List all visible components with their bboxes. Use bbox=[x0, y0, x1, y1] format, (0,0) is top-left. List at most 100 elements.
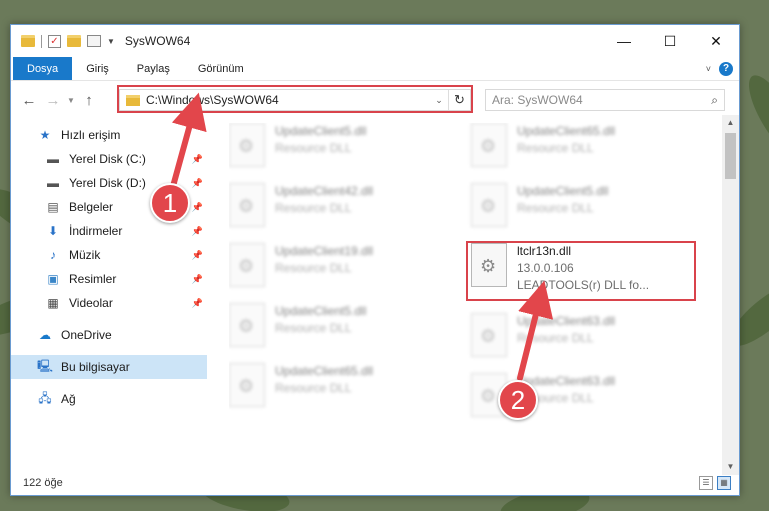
file-name: UpdateClient63.dll bbox=[517, 314, 616, 328]
network-icon: 🖧 bbox=[38, 390, 52, 405]
tab-share[interactable]: Paylaş bbox=[123, 57, 184, 80]
videos-icon: ▦ bbox=[47, 296, 59, 310]
sidebar-item-label: Bu bilgisayar bbox=[61, 360, 130, 374]
pictures-icon: ▣ bbox=[47, 272, 59, 286]
star-icon: ★ bbox=[39, 128, 51, 142]
pin-icon[interactable]: 📌 bbox=[192, 274, 203, 285]
file-description: Resource DLL bbox=[517, 141, 594, 155]
navigation-pane: ★ Hızlı erişim ▬ Yerel Disk (C:) 📌 ▬ Yer… bbox=[11, 123, 207, 473]
step-2-badge: 2 bbox=[498, 380, 538, 420]
pin-icon[interactable]: 📌 bbox=[192, 154, 203, 165]
sidebar-item-label: Belgeler bbox=[69, 200, 114, 214]
file-description: Resource DLL bbox=[517, 331, 594, 345]
file-description: Resource DLL bbox=[275, 261, 352, 275]
explorer-window: ✓ ▼ SysWOW64 — ☐ ✕ Dosya Giriş Paylaş Gö… bbox=[10, 24, 740, 496]
scroll-up-icon[interactable]: ▲ bbox=[722, 115, 739, 131]
sidebar-item-onedrive[interactable]: ☁ OneDrive bbox=[11, 323, 207, 347]
file-description: Resource DLL bbox=[275, 141, 352, 155]
pin-icon[interactable]: 📌 bbox=[192, 178, 203, 189]
minimize-button[interactable]: — bbox=[601, 25, 647, 57]
downloads-icon: ⬇ bbox=[47, 224, 59, 238]
back-button[interactable]: ← bbox=[17, 92, 41, 109]
sidebar-item-label: Hızlı erişim bbox=[61, 128, 121, 142]
file-tile[interactable]: UpdateClient42.dll Resource DLL bbox=[229, 183, 459, 235]
new-folder-icon[interactable] bbox=[67, 35, 81, 47]
quick-access-toolbar: ✓ ▼ bbox=[11, 34, 115, 48]
pin-icon[interactable]: 📌 bbox=[192, 298, 203, 309]
file-tile[interactable]: UpdateClient5.dll Resource DLL bbox=[229, 303, 459, 355]
vertical-scrollbar[interactable]: ▲ ▼ bbox=[722, 115, 739, 475]
computer-icon: 🖳 bbox=[37, 358, 54, 373]
file-description: Resource DLL bbox=[275, 201, 352, 215]
tab-home[interactable]: Giriş bbox=[72, 57, 123, 80]
up-button[interactable]: ↑ bbox=[77, 92, 101, 109]
sidebar-item-label: Videolar bbox=[69, 296, 113, 310]
item-count: 122 öğe bbox=[23, 477, 63, 489]
pin-icon[interactable]: 📌 bbox=[192, 250, 203, 261]
folder-icon bbox=[21, 35, 35, 47]
sidebar-item-label: Ağ bbox=[61, 392, 76, 406]
sidebar-item-label: OneDrive bbox=[61, 328, 112, 342]
file-name: UpdateClient5.dll bbox=[275, 124, 367, 138]
file-tile[interactable]: UpdateClient5.dll Resource DLL bbox=[229, 123, 459, 175]
pin-icon[interactable]: 📌 bbox=[192, 226, 203, 237]
address-highlight-box bbox=[117, 85, 473, 113]
dll-file-icon bbox=[229, 303, 265, 347]
search-input[interactable] bbox=[492, 93, 712, 107]
pin-icon[interactable]: 📌 bbox=[192, 202, 203, 213]
sidebar-item-network[interactable]: 🖧 Ağ bbox=[11, 387, 207, 411]
view-icon[interactable] bbox=[87, 35, 101, 47]
dll-file-icon bbox=[229, 123, 265, 167]
recent-locations-icon[interactable]: ▼ bbox=[65, 96, 77, 105]
sidebar-item-label: Yerel Disk (C:) bbox=[69, 152, 146, 166]
dll-file-icon bbox=[471, 313, 507, 357]
sidebar-item-label: İndirmeler bbox=[69, 224, 123, 238]
scroll-thumb[interactable] bbox=[725, 133, 736, 179]
documents-icon: ▤ bbox=[47, 200, 59, 214]
sidebar-item-videos[interactable]: ▦ Videolar 📌 bbox=[11, 291, 207, 315]
sidebar-item-pictures[interactable]: ▣ Resimler 📌 bbox=[11, 267, 207, 291]
sidebar-item-label: Yerel Disk (D:) bbox=[69, 176, 146, 190]
file-description: Resource DLL bbox=[275, 381, 352, 395]
cloud-icon: ☁ bbox=[39, 328, 51, 342]
sidebar-item-music[interactable]: ♪ Müzik 📌 bbox=[11, 243, 207, 267]
step-1-badge: 1 bbox=[150, 183, 190, 223]
music-icon: ♪ bbox=[50, 248, 56, 262]
help-icon[interactable]: ? bbox=[719, 62, 733, 76]
sidebar-item-quick-access[interactable]: ★ Hızlı erişim bbox=[11, 123, 207, 147]
sidebar-item-this-pc[interactable]: 🖳 Bu bilgisayar bbox=[11, 355, 207, 379]
dll-file-icon bbox=[471, 123, 507, 167]
tab-file[interactable]: Dosya bbox=[13, 57, 73, 80]
properties-check-icon[interactable]: ✓ bbox=[48, 34, 61, 48]
sidebar-item-disk-c[interactable]: ▬ Yerel Disk (C:) 📌 bbox=[11, 147, 207, 171]
file-tile[interactable]: UpdateClient19.dll Resource DLL bbox=[229, 243, 459, 295]
search-icon[interactable]: ⌕ bbox=[711, 93, 718, 108]
file-name: UpdateClient42.dll bbox=[275, 184, 374, 198]
tiles-view-icon[interactable]: ▦ bbox=[717, 476, 731, 490]
drive-icon: ▬ bbox=[47, 152, 59, 166]
file-tile[interactable]: UpdateClient63.dll Resource DLL bbox=[471, 313, 701, 365]
file-description: Resource DLL bbox=[275, 321, 352, 335]
forward-button[interactable]: → bbox=[41, 92, 65, 109]
close-button[interactable]: ✕ bbox=[693, 25, 739, 57]
divider bbox=[41, 34, 42, 48]
window-title: SysWOW64 bbox=[124, 34, 191, 48]
file-name: UpdateClient5.dll bbox=[517, 184, 609, 198]
title-bar[interactable]: ✓ ▼ SysWOW64 — ☐ ✕ bbox=[11, 25, 739, 57]
expand-ribbon-icon[interactable]: ˅ bbox=[706, 64, 711, 74]
file-tile[interactable]: UpdateClient65.dll Resource DLL bbox=[471, 123, 701, 175]
dll-file-icon bbox=[471, 183, 507, 227]
sidebar-item-downloads[interactable]: ⬇ İndirmeler 📌 bbox=[11, 219, 207, 243]
details-view-icon[interactable]: ☰ bbox=[699, 476, 713, 490]
status-bar: 122 öğe ☰ ▦ bbox=[11, 471, 739, 495]
file-tile[interactable]: UpdateClient5.dll Resource DLL bbox=[471, 183, 701, 235]
sidebar-item-label: Resimler bbox=[69, 272, 117, 286]
search-box[interactable]: ⌕ bbox=[485, 89, 725, 111]
maximize-button[interactable]: ☐ bbox=[647, 25, 693, 57]
file-tile[interactable]: UpdateClient65.dll Resource DLL bbox=[229, 363, 459, 415]
target-file-highlight-box bbox=[466, 241, 696, 301]
tab-view[interactable]: Görünüm bbox=[184, 57, 258, 80]
customize-toolbar-icon[interactable]: ▼ bbox=[107, 37, 115, 46]
ribbon-tabs: Dosya Giriş Paylaş Görünüm ˅ ? bbox=[11, 57, 739, 81]
file-description: Resource DLL bbox=[517, 201, 594, 215]
